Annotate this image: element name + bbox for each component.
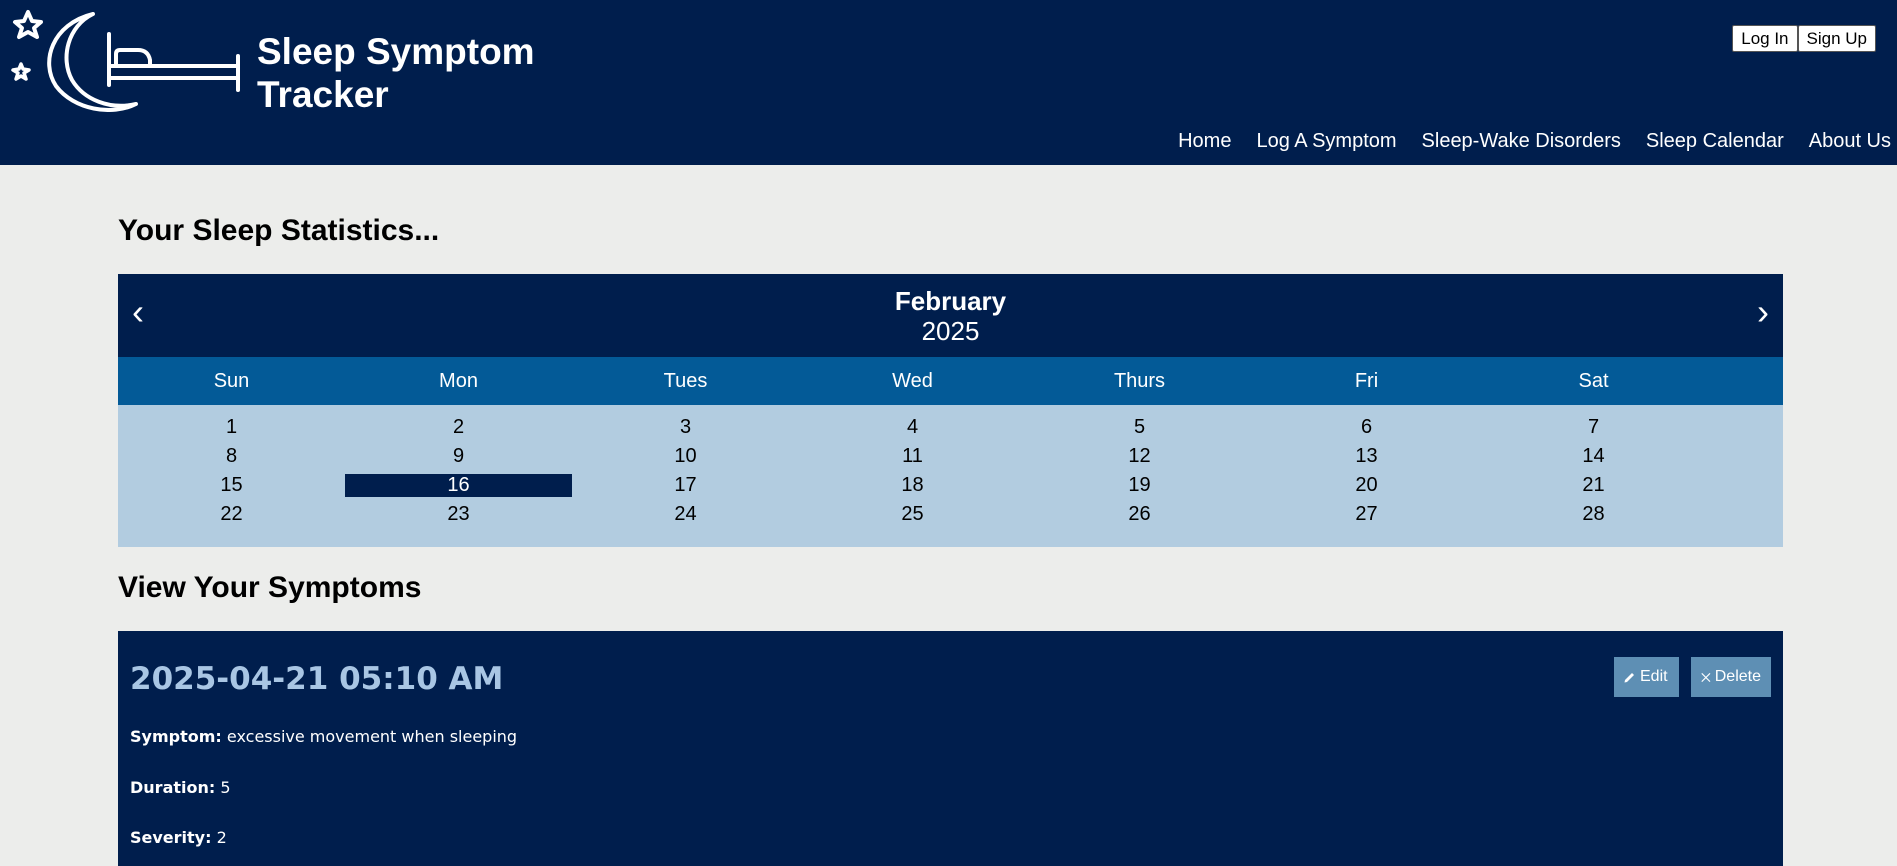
nav-home[interactable]: Home — [1178, 128, 1231, 154]
edit-button-label: Edit — [1640, 668, 1668, 685]
calendar-day[interactable]: 18 — [799, 474, 1026, 497]
calendar-day[interactable]: 13 — [1253, 445, 1480, 468]
sleep-calendar: ‹ February 2025 › Sun Mon Tues Wed Thurs Fri S… — [118, 274, 1783, 547]
symptom-label: Symptom: — [130, 727, 222, 746]
weekday-header: Tues — [663, 370, 708, 392]
edit-button[interactable]: Edit — [1614, 657, 1679, 697]
delete-button[interactable]: Delete — [1691, 657, 1771, 697]
next-month-icon[interactable]: › — [1748, 292, 1778, 332]
calendar-day[interactable]: 5 — [1026, 416, 1253, 439]
calendar-day[interactable]: 23 — [345, 503, 572, 526]
calendar-day[interactable]: 2 — [345, 416, 572, 439]
site-title[interactable]: Sleep Symptom Tracker — [257, 30, 577, 116]
calendar-day[interactable]: 26 — [1026, 503, 1253, 526]
symptom-field: Symptom: excessive movement when sleepin… — [130, 727, 517, 747]
calendar-days: 1 2 3 4 5 6 7 8 9 10 11 12 13 14 15 16 17 18 19 20 21 22 23 24 2… — [118, 405, 1783, 547]
symptom-datetime: 2025-04-21 05:10 AM — [130, 661, 504, 697]
calendar-day[interactable]: 6 — [1253, 416, 1480, 439]
calendar-day[interactable]: 12 — [1026, 445, 1253, 468]
site-title-line1: Sleep Symptom — [257, 31, 535, 72]
pencil-icon — [1624, 673, 1634, 683]
symptoms-heading: View Your Symptoms — [118, 571, 422, 604]
site-header: Sleep Symptom Tracker Log In Sign Up Hom… — [0, 0, 1897, 165]
nav-log-symptom[interactable]: Log A Symptom — [1256, 128, 1396, 154]
duration-field: Duration: 5 — [130, 778, 231, 798]
calendar-day-selected[interactable]: 16 — [345, 474, 572, 497]
calendar-day[interactable]: 8 — [118, 445, 345, 468]
symptom-value: excessive movement when sleeping — [226, 727, 518, 746]
calendar-day[interactable]: 15 — [118, 474, 345, 497]
calendar-day[interactable]: 7 — [1480, 416, 1707, 439]
weekday-header: Wed — [892, 370, 933, 392]
calendar-day[interactable]: 27 — [1253, 503, 1480, 526]
calendar-day[interactable]: 1 — [118, 416, 345, 439]
login-button[interactable]: Log In — [1732, 25, 1798, 52]
calendar-year: 2025 — [921, 316, 980, 346]
calendar-day[interactable]: 21 — [1480, 474, 1707, 497]
calendar-day[interactable]: 10 — [572, 445, 799, 468]
calendar-day[interactable]: 24 — [572, 503, 799, 526]
main-nav: Home Log A Symptom Sleep-Wake Disorders … — [1178, 128, 1897, 154]
calendar-day[interactable]: 17 — [572, 474, 799, 497]
signup-button[interactable]: Sign Up — [1797, 25, 1876, 52]
delete-button-label: Delete — [1714, 668, 1761, 685]
nav-sleep-calendar[interactable]: Sleep Calendar — [1646, 128, 1784, 154]
calendar-day[interactable]: 28 — [1480, 503, 1707, 526]
calendar-day[interactable]: 9 — [345, 445, 572, 468]
x-icon — [1701, 672, 1711, 682]
severity-value: 2 — [216, 828, 227, 847]
duration-label: Duration: — [130, 778, 216, 797]
weekday-header: Thurs — [1113, 370, 1166, 392]
site-title-line2: Tracker — [257, 74, 389, 115]
moon-bed-stars-icon[interactable] — [8, 8, 246, 112]
weekday-header: Fri — [1354, 370, 1379, 392]
symptom-entry-card: 2025-04-21 05:10 AM Edit Delete Symptom:… — [118, 631, 1783, 866]
calendar-header: ‹ February 2025 › — [118, 274, 1783, 357]
calendar-day[interactable]: 19 — [1026, 474, 1253, 497]
calendar-day[interactable]: 11 — [799, 445, 1026, 468]
nav-about-us[interactable]: About Us — [1809, 128, 1891, 154]
weekday-header: Sat — [1578, 370, 1609, 392]
nav-sleep-wake-disorders[interactable]: Sleep-Wake Disorders — [1422, 128, 1621, 154]
calendar-day[interactable]: 4 — [799, 416, 1026, 439]
severity-field: Severity: 2 — [130, 828, 227, 848]
weekday-header: Mon — [439, 370, 478, 392]
calendar-weekdays: Sun Mon Tues Wed Thurs Fri Sat — [118, 357, 1783, 405]
auth-buttons: Log In Sign Up — [1732, 25, 1876, 52]
calendar-day[interactable]: 25 — [799, 503, 1026, 526]
calendar-day[interactable]: 22 — [118, 503, 345, 526]
calendar-day[interactable]: 14 — [1480, 445, 1707, 468]
weekday-header: Sun — [213, 370, 250, 392]
stats-heading: Your Sleep Statistics... — [118, 214, 440, 247]
severity-label: Severity: — [130, 828, 212, 847]
duration-value: 5 — [220, 778, 231, 797]
calendar-day[interactable]: 3 — [572, 416, 799, 439]
calendar-month: February — [894, 286, 1007, 316]
calendar-day[interactable]: 20 — [1253, 474, 1480, 497]
